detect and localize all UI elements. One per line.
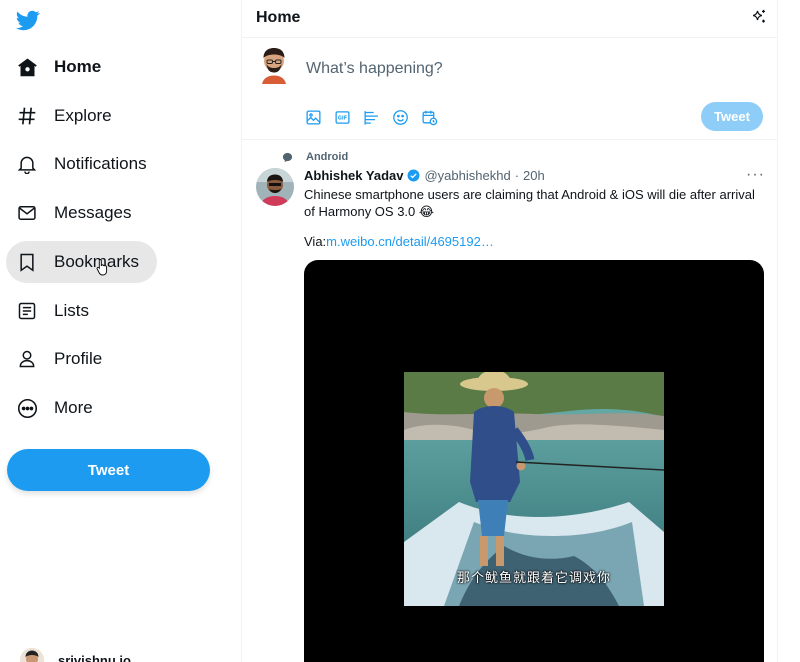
tweet-source: Via:m.weibo.cn/detail/4695192… — [304, 234, 494, 249]
sidebar-item-messages[interactable]: Messages — [6, 192, 143, 234]
tweet-timestamp[interactable]: 20h — [523, 168, 545, 183]
twitter-logo-icon[interactable] — [14, 8, 42, 32]
sidebar-item-label: More — [54, 398, 93, 417]
video-player[interactable]: 那个鱿鱼就跟着它调戏你 — [404, 372, 664, 606]
tweet-context[interactable]: Android — [282, 151, 348, 163]
sidebar-item-profile[interactable]: Profile — [6, 338, 114, 380]
author-avatar[interactable] — [256, 168, 294, 206]
sidebar-item-label: Messages — [54, 203, 132, 222]
tweet-button[interactable]: Tweet — [7, 449, 210, 491]
more-options-button[interactable]: ··· — [746, 166, 765, 184]
home-icon — [16, 56, 38, 78]
more-circle-icon — [16, 397, 38, 419]
schedule-icon[interactable] — [420, 108, 439, 127]
sidebar-item-label: Profile — [54, 349, 103, 368]
sidebar-item-more[interactable]: More — [6, 387, 105, 429]
sidebar-item-bookmarks[interactable]: Bookmarks — [6, 241, 157, 283]
image-icon[interactable] — [304, 108, 323, 127]
hand-cursor-icon — [96, 259, 108, 276]
svg-text:GIF: GIF — [338, 116, 347, 122]
sidebar-item-label: Home — [54, 57, 102, 76]
sidebar-item-label: Notifications — [54, 154, 147, 173]
timeline-header: Home — [242, 0, 778, 38]
bell-icon — [16, 153, 38, 175]
bookmark-icon — [16, 251, 38, 273]
separator: · — [514, 168, 520, 183]
list-icon — [16, 300, 38, 322]
via-label: Via: — [304, 234, 327, 249]
tweet-header: Abhishek Yadav @yabhishekhd · 20h — [304, 168, 545, 183]
topic-icon — [282, 152, 293, 162]
sidebar-item-explore[interactable]: Explore — [6, 95, 124, 137]
main-timeline: Home What’s happening? GIF Tweet Android… — [242, 0, 778, 662]
envelope-icon — [16, 202, 38, 224]
video-subtitle: 那个鱿鱼就跟着它调戏你 — [456, 571, 611, 586]
author-name[interactable]: Abhishek Yadav — [304, 168, 403, 183]
sidebar-item-label: Explore — [54, 106, 112, 125]
gif-icon[interactable]: GIF — [333, 108, 352, 127]
poll-icon[interactable] — [362, 108, 381, 127]
compose-tweet-button[interactable]: Tweet — [701, 102, 763, 131]
sidebar-item-label: Lists — [54, 301, 89, 320]
sparkle-icon[interactable] — [750, 8, 768, 26]
person-icon — [16, 348, 38, 370]
account-switcher[interactable]: srivishnu.io — [20, 648, 131, 662]
sidebar-item-notifications[interactable]: Notifications — [6, 143, 159, 185]
tweet[interactable]: Android Abhishek Yadav @yabhishekhd · 20… — [242, 140, 778, 662]
composer-toolbar: GIF — [304, 108, 439, 127]
page-title: Home — [256, 9, 301, 26]
tweet-link[interactable]: m.weibo.cn/detail/4695192… — [326, 234, 494, 249]
sidebar-item-home[interactable]: Home — [6, 46, 113, 88]
author-handle[interactable]: @yabhishekhd — [424, 168, 510, 183]
avatar — [258, 46, 290, 84]
compose-input[interactable]: What’s happening? — [306, 60, 443, 78]
media-container[interactable]: 那个鱿鱼就跟着它调戏你 — [304, 260, 764, 662]
topic-label: Android — [306, 151, 349, 163]
account-name: srivishnu.io — [58, 652, 131, 662]
tweet-text: Chinese smartphone users are claiming th… — [304, 187, 755, 219]
emoji-icon[interactable] — [391, 108, 410, 127]
tweet-composer: What’s happening? GIF Tweet — [242, 38, 778, 140]
avatar — [20, 648, 44, 662]
hashtag-icon — [16, 105, 38, 127]
verified-badge-icon — [408, 169, 420, 182]
sidebar: Home Explore Notifications Messages Book… — [0, 0, 242, 662]
sidebar-item-lists[interactable]: Lists — [6, 290, 101, 332]
